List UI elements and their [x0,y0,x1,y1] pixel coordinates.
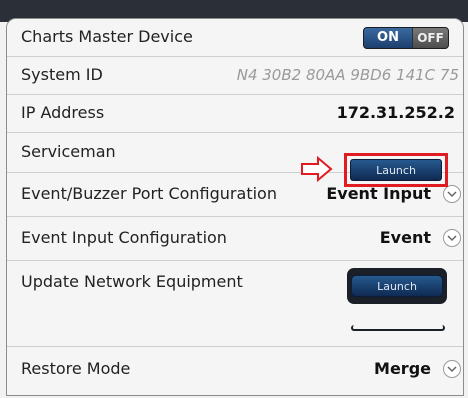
serviceman-label: Serviceman [21,142,116,161]
ip-address-value: 172.31.252.2 [336,103,455,122]
system-id-label: System ID [21,65,103,84]
toggle-on-label[interactable]: ON [364,28,412,48]
event-buzzer-port-label: Event/Buzzer Port Configuration [21,184,277,203]
update-network-launch-button[interactable]: Launch [351,275,443,297]
update-network-equipment-label: Update Network Equipment [21,272,243,291]
charts-master-toggle[interactable]: ON OFF [363,27,449,49]
system-id-value: N4 30B2 80AA 9BD6 141C 75 [236,66,459,84]
row-charts-master-device: Charts Master Device ON OFF [7,19,463,57]
chevron-down-icon[interactable] [443,229,461,247]
restore-mode-label: Restore Mode [21,359,131,378]
row-event-input-config[interactable]: Event Input Configuration Event [7,217,463,261]
chevron-down-icon[interactable] [443,360,461,378]
arrow-right-icon [300,155,334,186]
event-input-config-value[interactable]: Event [380,228,431,247]
settings-panel: Charts Master Device ON OFF System ID N4… [6,18,464,396]
settings-window: Charts Master Device ON OFF System ID N4… [0,0,468,398]
charts-master-device-label: Charts Master Device [21,27,193,46]
chevron-down-icon[interactable] [443,185,461,203]
event-input-config-label: Event Input Configuration [21,228,227,247]
row-restore-mode[interactable]: Restore Mode Merge [7,347,463,395]
toggle-off-label[interactable]: OFF [413,28,448,48]
row-system-id: System ID N4 30B2 80AA 9BD6 141C 75 [7,57,463,95]
row-ip-address: IP Address 172.31.252.2 [7,95,463,133]
partial-button-edge [351,325,445,331]
restore-mode-value[interactable]: Merge [374,359,431,378]
serviceman-launch-button[interactable]: Launch [350,159,442,181]
ip-address-label: IP Address [21,103,105,122]
